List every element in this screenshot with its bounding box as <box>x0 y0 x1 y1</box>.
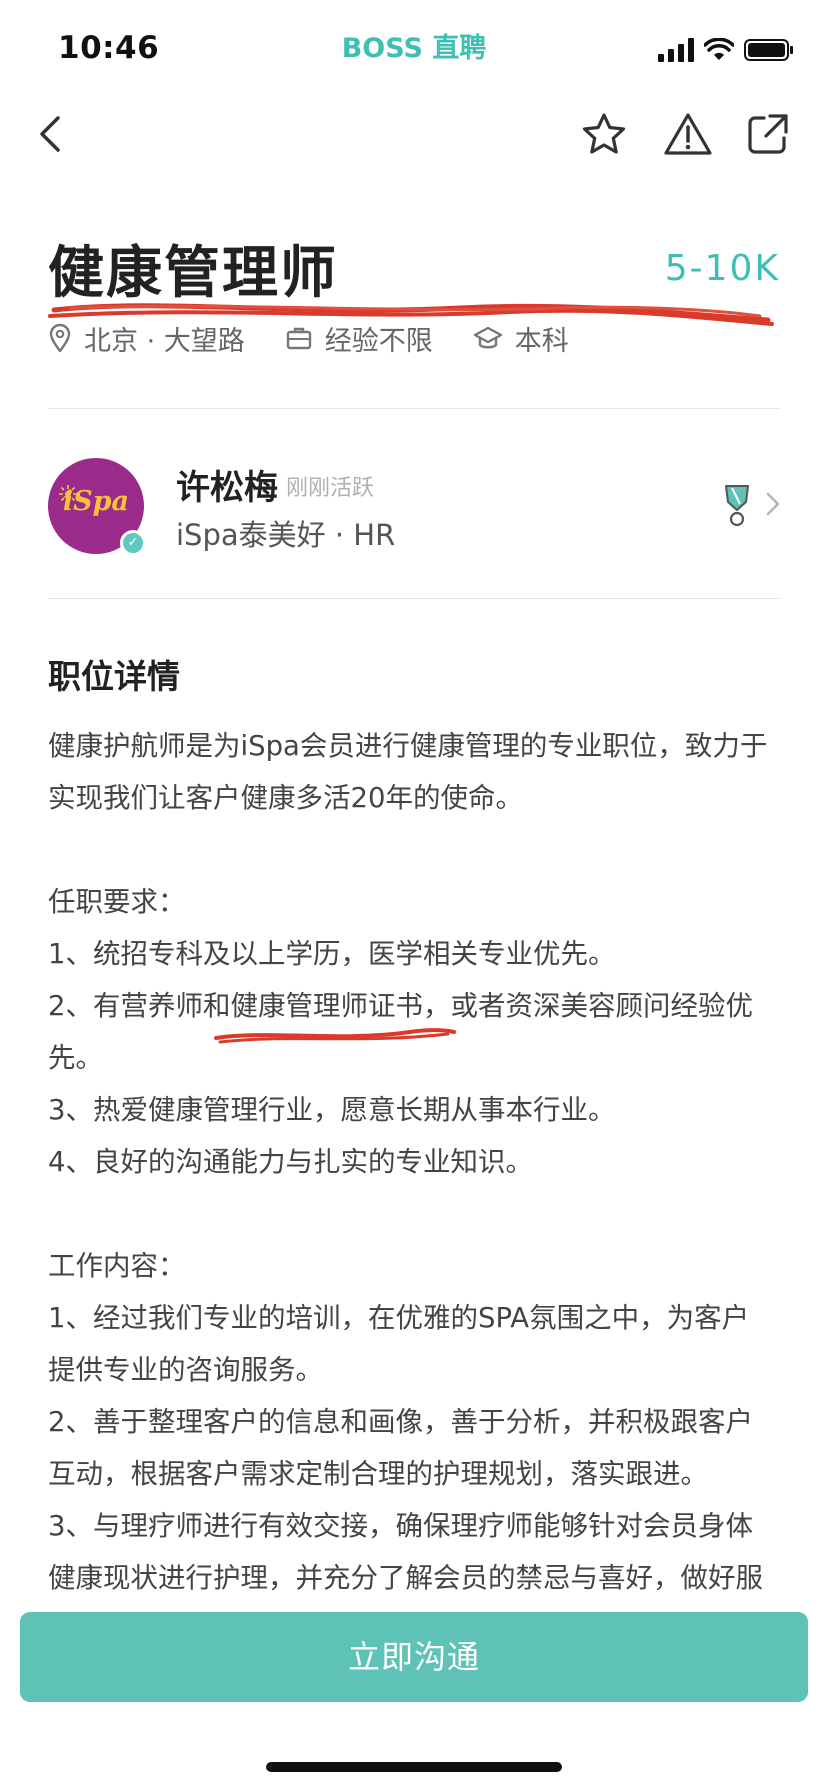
nav-bar <box>0 96 828 172</box>
description-line: 实现我们让客户健康多活20年的使命。 <box>48 782 523 814</box>
report-button[interactable] <box>662 108 714 160</box>
description-line: 工作内容： <box>48 1250 186 1282</box>
wifi-icon <box>704 38 734 60</box>
status-icons <box>658 36 794 64</box>
warning-icon <box>664 113 712 155</box>
description-line: 3、与理疗师进行有效交接，确保理疗师能够针对会员身体 <box>48 1510 753 1542</box>
star-icon <box>582 113 626 154</box>
chat-now-button[interactable]: 立即沟通 <box>20 1612 808 1702</box>
recruiter-company: iSpa泰美好 · HR <box>176 518 396 552</box>
description-line: 3、热爱健康管理行业，愿意长期从事本行业。 <box>48 1094 616 1126</box>
red-underline-annotation <box>214 1028 456 1044</box>
job-description: 健康护航师是为iSpa会员进行健康管理的专业职位，致力于 实现我们让客户健康多活… <box>48 720 788 1604</box>
description-line: 1、经过我们专业的培训，在优雅的SPA氛围之中，为客户 <box>48 1302 750 1334</box>
description-line: 1、统招专科及以上学历，医学相关专业优先。 <box>48 938 616 970</box>
description-line: 健康护航师是为iSpa会员进行健康管理的专业职位，致力于 <box>48 730 768 762</box>
recruiter-active-status: 刚刚活跃 <box>286 476 375 501</box>
chevron-right-icon <box>766 492 780 516</box>
avatar-logo-text: iSpa <box>62 486 130 517</box>
description-line: 互动，根据客户需求定制合理的护理规划，落实跟进。 <box>48 1458 708 1490</box>
description-line: 任职要求： <box>48 886 186 918</box>
back-button[interactable] <box>24 108 76 160</box>
share-button[interactable] <box>742 108 794 160</box>
job-meta-row: 北京 · 大望路 经验不限 本科 <box>48 318 609 358</box>
status-bar: 10:46 BOSS 直聘 <box>0 0 828 96</box>
medal-icon <box>725 485 749 527</box>
experience-label: 经验不限 <box>324 325 433 357</box>
recruiter-card[interactable]: iSpa ✓ 许松梅 刚刚活跃 iSpa泰美好 · HR <box>48 458 780 556</box>
section-title: 职位详情 <box>48 657 180 696</box>
briefcase-icon <box>286 327 311 350</box>
description-gap <box>48 1188 788 1240</box>
description-line: 2、善于整理客户的信息和画像，善于分析，并积极跟客户 <box>48 1406 753 1438</box>
experience-item: 经验不限 <box>285 319 433 358</box>
favorite-button[interactable] <box>578 108 630 160</box>
verified-badge-icon: ✓ <box>120 530 146 556</box>
description-gap <box>48 824 788 876</box>
chevron-left-icon <box>40 116 60 152</box>
recruiter-name: 许松梅 <box>176 468 278 508</box>
home-indicator <box>266 1762 562 1772</box>
salary-label: 5-10K <box>664 248 780 289</box>
description-line: 提供专业的咨询服务。 <box>48 1354 323 1386</box>
graduation-cap-icon <box>473 326 502 349</box>
location-pin-icon <box>49 323 71 353</box>
education-label: 本科 <box>514 325 569 357</box>
education-item: 本科 <box>473 319 569 358</box>
divider <box>48 408 780 409</box>
battery-icon <box>744 39 793 61</box>
cellular-signal-icon <box>658 38 694 62</box>
location-item: 北京 · 大望路 <box>48 319 245 358</box>
description-line: 4、良好的沟通能力与扎实的专业知识。 <box>48 1146 533 1178</box>
share-icon <box>748 114 788 154</box>
divider <box>48 598 780 599</box>
location-label: 北京 · 大望路 <box>84 325 245 357</box>
